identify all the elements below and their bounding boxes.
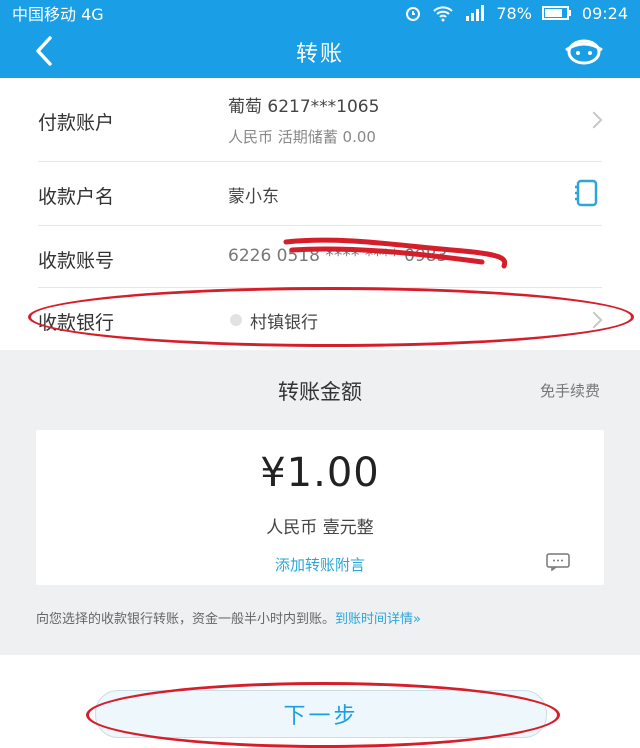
carrier-text: 中国移动 4G xyxy=(12,5,104,24)
contacts-icon[interactable] xyxy=(572,178,602,208)
customer-service-icon[interactable] xyxy=(562,36,606,68)
payee-bank-row[interactable]: 收款银行 村镇银行 xyxy=(38,288,603,350)
fee-text: 免手续费 xyxy=(539,382,600,400)
arrival-notice: 向您选择的收款银行转账，资金一般半小时内到账。到账时间详情» xyxy=(36,608,421,627)
payee-bank-value: 村镇银行 xyxy=(250,313,318,333)
payee-name-row: 收款户名 蒙小东 xyxy=(38,162,602,226)
wifi-icon xyxy=(433,6,454,22)
amount-section: 转账金额 免手续费 ¥1.00 人民币 壹元整 添加转账附言 向您选择的收款银行… xyxy=(0,350,640,655)
message-icon[interactable] xyxy=(546,553,570,571)
payee-bank-label: 收款银行 xyxy=(38,312,115,334)
chevron-right-icon xyxy=(585,311,603,329)
next-step-button[interactable]: 下一步 xyxy=(95,690,547,738)
status-right: 78% 09:24 xyxy=(404,4,628,23)
clock-time: 09:24 xyxy=(581,3,628,23)
bank-logo-icon xyxy=(230,314,242,326)
transfer-form: 付款账户 葡萄 6217***1065 人民币 活期储蓄 0.00 收款户名 蒙… xyxy=(0,78,640,350)
battery-icon xyxy=(541,6,571,20)
alarm-icon xyxy=(406,7,421,21)
battery-percent: 78% xyxy=(496,3,532,23)
chevron-right-icon xyxy=(585,111,603,129)
payer-account-detail: 人民币 活期储蓄 0.00 xyxy=(228,128,376,146)
chevron-left-icon[interactable] xyxy=(28,34,62,68)
status-bar: 中国移动 4G 78% 09:24 xyxy=(0,0,640,26)
amount-value[interactable]: ¥1.00 xyxy=(36,450,604,496)
nav-bar: 转账 xyxy=(0,26,640,78)
amount-chinese: 人民币 壹元整 xyxy=(266,518,374,538)
payee-name-label: 收款户名 xyxy=(38,186,115,208)
payer-account-row[interactable]: 付款账户 葡萄 6217***1065 人民币 活期储蓄 0.00 xyxy=(38,78,603,162)
arrival-time-link[interactable]: 到账时间详情» xyxy=(335,612,421,627)
payer-account-value: 葡萄 6217***1065 xyxy=(228,97,380,117)
notice-text: 向您选择的收款银行转账，资金一般半小时内到账。 xyxy=(36,612,336,627)
payee-name-value[interactable]: 蒙小东 xyxy=(228,182,279,207)
payer-account-label: 付款账户 xyxy=(38,112,115,134)
amount-card: ¥1.00 人民币 壹元整 添加转账附言 xyxy=(36,430,604,585)
payee-account-label: 收款账号 xyxy=(38,250,115,272)
add-memo-link[interactable]: 添加转账附言 xyxy=(36,554,604,575)
redaction-scribble xyxy=(283,237,508,269)
signal-icon xyxy=(466,5,485,21)
page-title: 转账 xyxy=(295,42,344,67)
